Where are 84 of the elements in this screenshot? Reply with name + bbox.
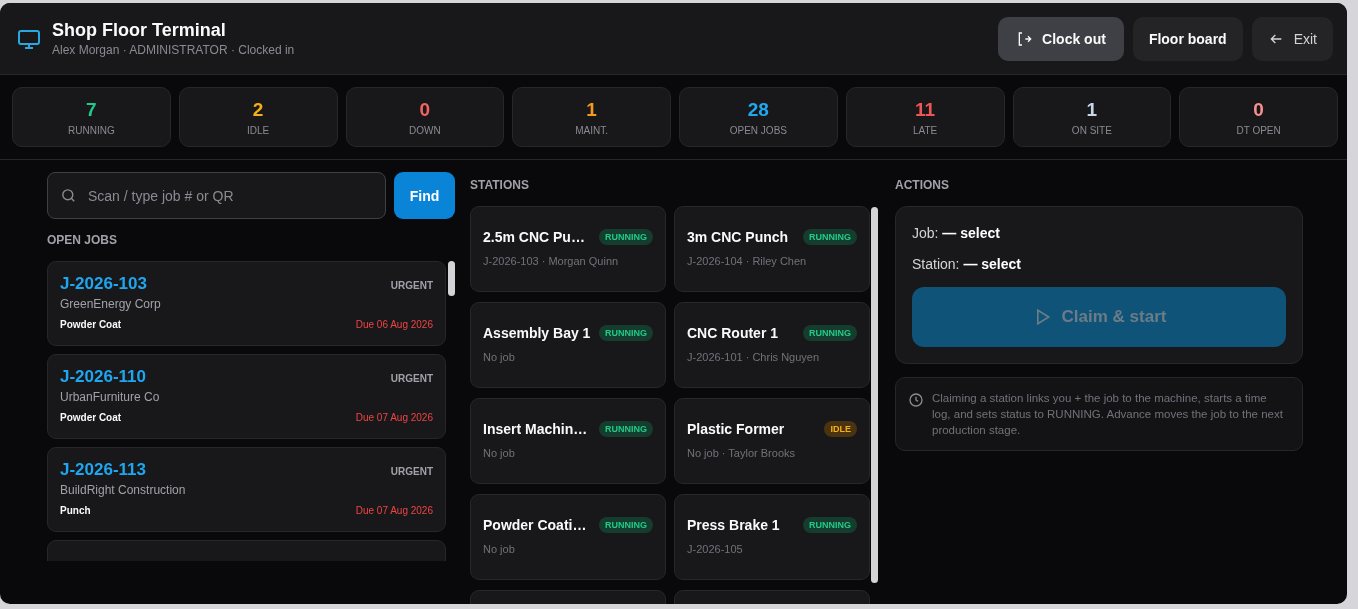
find-button[interactable]: Find — [394, 172, 455, 219]
stat-label: LATE — [913, 124, 938, 136]
stat-value: 1 — [586, 98, 597, 121]
section-heading: ACTIONS — [895, 178, 950, 192]
status-badge: RUNNING — [803, 325, 857, 341]
station-detail: J-2026-101 · Chris Nguyen — [687, 351, 821, 363]
stat-label: IDLE — [247, 124, 270, 136]
stat-value: 2 — [252, 98, 264, 121]
station-name: 2.5m CNC Pu… — [483, 229, 585, 245]
status-badge: RUNNING — [803, 229, 857, 245]
stat-label: OPEN JOBS — [729, 124, 787, 136]
job-number: J-2026-113 — [60, 460, 147, 480]
priority-label: URGENT — [390, 280, 433, 291]
station-card[interactable]: CNC Router 1 RUNNING J-2026-101 · Chris Nguyen — [674, 302, 870, 388]
job-card[interactable]: J-2026-113 URGENT BuildRight Construction Punch Due 07 Aug 2026 — [47, 447, 446, 532]
stat-label: DT OPEN — [1236, 124, 1281, 136]
job-card[interactable]: J-2026-110 URGENT UrbanFurniture Co Powder Coat Due 07 Aug 2026 — [47, 354, 446, 439]
status-badge: RUNNING — [803, 517, 857, 533]
job-stage: Powder Coat — [60, 412, 122, 423]
job-stage: Powder Coat — [60, 319, 122, 330]
section-heading: STATIONS — [470, 178, 530, 192]
stat-value: 0 — [1253, 98, 1264, 121]
priority-label: URGENT — [390, 373, 433, 384]
station-detail: No job — [483, 351, 516, 363]
station-card[interactable]: 3m CNC Punch RUNNING J-2026-104 · Riley Chen — [674, 206, 870, 292]
clock-out-icon — [1016, 30, 1033, 47]
customer-name: UrbanFurniture Co — [60, 390, 161, 404]
customer-name: GreenEnergy Corp — [60, 297, 162, 311]
stat-label: DOWN — [409, 124, 441, 136]
station-name: Press Brake 1 — [687, 517, 780, 533]
scrollbar-thumb[interactable] — [448, 261, 455, 296]
job-stage: Punch — [60, 505, 91, 516]
search-field[interactable]: Scan / type job # or QR — [47, 172, 386, 219]
station-detail: J-2026-104 · Riley Chen — [687, 255, 808, 267]
scrollbar-thumb[interactable] — [871, 207, 878, 583]
clock-icon — [908, 392, 924, 408]
station-card[interactable]: Insert Machin… RUNNING No job — [470, 398, 666, 484]
station-selection: Station: — select — [912, 256, 1022, 272]
customer-name: BuildRight Construction — [60, 483, 187, 497]
stat-value: 7 — [86, 98, 97, 121]
status-badge: RUNNING — [599, 325, 653, 341]
exit-button[interactable]: Exit — [1251, 16, 1333, 61]
user-status: Alex Morgan · ADMINISTRATOR · Clocked in — [52, 43, 296, 57]
station-card[interactable]: Plastic Former IDLE No job · Taylor Brooks — [674, 398, 870, 484]
station-name: Assembly Bay 1 — [483, 325, 591, 341]
station-card[interactable]: Powder Coati… RUNNING No job — [470, 494, 666, 580]
stat-value: 0 — [419, 98, 431, 121]
station-name: Powder Coati… — [483, 517, 587, 533]
station-card[interactable]: Press Brake 1 RUNNING J-2026-105 — [674, 494, 870, 580]
station-name: 3m CNC Punch — [687, 229, 789, 245]
job-number: J-2026-103 — [60, 274, 147, 294]
stat-label: MAINT. — [575, 124, 608, 136]
status-badge: IDLE — [824, 421, 857, 437]
stat-label: ON SITE — [1071, 124, 1112, 136]
station-detail: No job — [483, 447, 516, 459]
due-date: Due 07 Aug 2026 — [355, 505, 433, 516]
station-detail: J-2026-103 · Morgan Quinn — [483, 255, 620, 267]
stat-label: RUNNING — [68, 124, 115, 136]
station-name: Insert Machin… — [483, 421, 588, 437]
stat-value: 28 — [747, 98, 769, 121]
info-text: Claiming a station links you + the job to the machine, starts a time log, and sets status to RUNNING. Advance moves the job to the next production stage. — [932, 391, 1284, 438]
station-detail: No job · Taylor Brooks — [687, 447, 796, 459]
due-date: Due 06 Aug 2026 — [355, 319, 433, 330]
station-name: CNC Router 1 — [687, 325, 778, 341]
station-card[interactable]: Assembly Bay 1 RUNNING No job — [470, 302, 666, 388]
status-badge: RUNNING — [599, 421, 653, 437]
clock-out-button[interactable]: Clock out — [998, 16, 1124, 61]
search-icon — [60, 187, 77, 204]
station-card[interactable]: 2.5m CNC Pu… RUNNING J-2026-103 · Morgan Quinn — [470, 206, 666, 292]
job-card[interactable]: J-2026-103 URGENT GreenEnergy Corp Powder Coat Due 06 Aug 2026 — [47, 261, 446, 346]
section-heading: OPEN JOBS — [47, 233, 119, 247]
job-number: J-2026-110 — [60, 367, 147, 387]
status-badge: RUNNING — [599, 517, 653, 533]
app-title: Shop Floor Terminal — [52, 20, 227, 41]
stat-value: 1 — [1086, 98, 1098, 121]
station-detail: J-2026-105 — [687, 543, 744, 555]
priority-label: URGENT — [390, 466, 433, 477]
floor-board-button[interactable]: Floor board — [1132, 16, 1243, 61]
station-detail: No job — [483, 543, 516, 555]
job-selection: Job: — select — [912, 225, 1001, 241]
due-date: Due 07 Aug 2026 — [355, 412, 433, 423]
station-name: Plastic Former — [687, 421, 785, 437]
stat-value: 11 — [915, 98, 936, 121]
status-badge: RUNNING — [599, 229, 653, 245]
